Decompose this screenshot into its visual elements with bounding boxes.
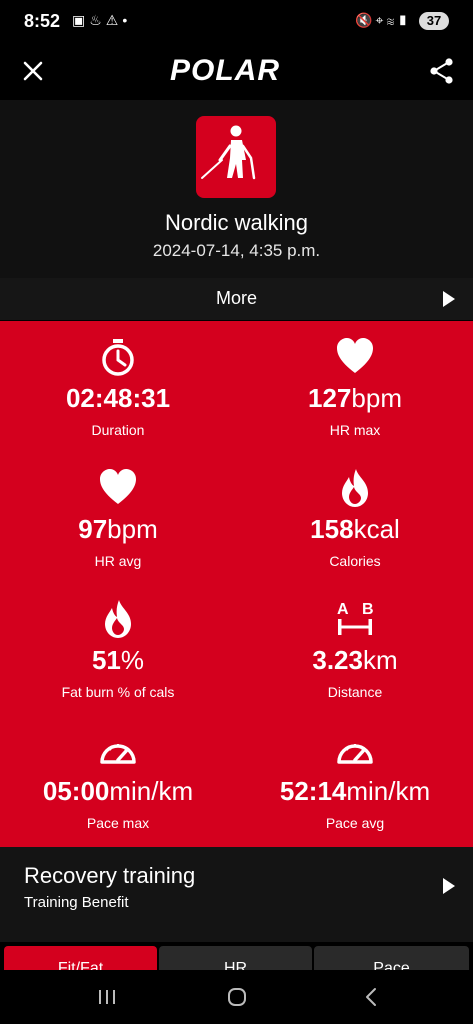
stat-unit: bpm (351, 383, 402, 413)
more-button[interactable]: More (0, 278, 473, 320)
stat-label: Calories (329, 553, 381, 569)
close-icon (23, 61, 43, 81)
stat-unit: kcal (353, 514, 400, 544)
signal-icon: ▮ (397, 12, 411, 28)
stat-value: 02:48:31 (65, 383, 171, 413)
tab-fit-fat[interactable]: Fit/Fat (4, 946, 157, 970)
stat-duration: 02:48:31 Duration (0, 321, 236, 452)
stat-label: Pace max (86, 815, 150, 831)
stat-hr-max: 127bpm HR max (237, 321, 473, 452)
stats-panel: 02:48:31 Duration 127bpm HR max 97bpm HR… (0, 321, 473, 847)
stat-label: Duration (91, 422, 145, 438)
stat-unit: min/km (346, 776, 431, 806)
flame-icon: ♨ (89, 12, 106, 28)
session-header: Nordic walking 2024-07-14, 4:35 p.m. (0, 100, 473, 278)
stat-fat-burn: 51% Fat burn % of cals (0, 583, 236, 714)
stat-label: HR avg (94, 553, 142, 569)
stat-value: 05:00 (42, 776, 110, 806)
stat-pace-avg: 52:14min/km Pace avg (237, 714, 473, 845)
stat-label: HR max (329, 422, 381, 438)
benefit-title: Recovery training (24, 863, 196, 888)
nordic-walking-icon (196, 116, 276, 198)
app-bar: POLAR (0, 44, 473, 100)
chart-tabs: Fit/Fat HR Pace (0, 942, 473, 970)
stat-pace-max: 05:00min/km Pace max (0, 714, 236, 845)
heart-icon (337, 338, 373, 373)
recents-icon (99, 990, 115, 1004)
stat-label: Pace avg (325, 815, 385, 831)
svg-text:B: B (362, 601, 374, 618)
stat-unit: km (362, 645, 398, 675)
speedometer-icon (100, 744, 136, 764)
stat-unit: min/km (109, 776, 194, 806)
tab-pace[interactable]: Pace (314, 946, 469, 970)
home-button[interactable] (222, 984, 252, 1010)
stat-value: 3.23 (312, 645, 363, 675)
system-nav-bar (0, 970, 473, 1024)
back-icon (366, 988, 376, 1006)
share-button[interactable] (427, 56, 457, 86)
stat-value: 52:14 (279, 776, 347, 806)
tab-hr[interactable]: HR (159, 946, 312, 970)
status-time: 8:52 (24, 11, 61, 31)
stat-value: 97 (78, 514, 108, 544)
speedometer-icon (337, 744, 373, 764)
status-left-icons: ▣♨⚠• (72, 12, 131, 29)
more-label: More (215, 288, 257, 308)
recents-button[interactable] (92, 984, 122, 1010)
sport-name: Nordic walking (164, 210, 309, 235)
benefit-subtitle: Training Benefit (24, 894, 129, 911)
stat-value: 51 (91, 645, 121, 675)
session-date: 2024-07-14, 4:35 p.m. (152, 241, 321, 260)
flame-icon (342, 469, 368, 507)
arrow-right-icon (443, 291, 455, 307)
arrow-right-icon (443, 878, 455, 894)
home-icon (228, 988, 246, 1006)
battery-indicator: 37 (419, 12, 449, 30)
stat-calories: 158kcal Calories (237, 452, 473, 583)
stat-hr-avg: 97bpm HR avg (0, 452, 236, 583)
status-bar: 8:52 ▣♨⚠• 🔇⌖≋▮ 37 (0, 0, 473, 44)
mute-icon: 🔇 (355, 12, 376, 28)
share-icon (430, 58, 453, 84)
status-right-icons: 🔇⌖≋▮ (355, 12, 411, 29)
wifi-icon: ≋ (386, 12, 398, 28)
heart-icon (100, 469, 136, 504)
stat-label: Fat burn % of cals (61, 684, 175, 700)
warning-icon: ⚠ (105, 12, 123, 28)
stat-unit: % (120, 645, 145, 675)
dot-icon: • (122, 12, 132, 28)
location-icon: ⌖ (375, 12, 387, 28)
stopwatch-icon (102, 339, 134, 376)
stat-unit: bpm (107, 514, 158, 544)
svg-text:A: A (337, 601, 349, 618)
close-button[interactable] (18, 56, 48, 86)
flame-icon (105, 600, 131, 638)
stat-distance: A B 3.23km Distance (237, 583, 473, 714)
training-benefit-row[interactable]: Recovery training Training Benefit (0, 847, 473, 942)
distance-ab-icon: A B (337, 601, 374, 635)
stat-value: 158 (310, 514, 354, 544)
screenshot-icon: ▣ (72, 12, 90, 28)
back-button[interactable] (356, 984, 386, 1010)
stat-label: Distance (327, 684, 383, 700)
stat-value: 127 (308, 383, 352, 413)
polar-logo: POLAR (170, 54, 280, 87)
